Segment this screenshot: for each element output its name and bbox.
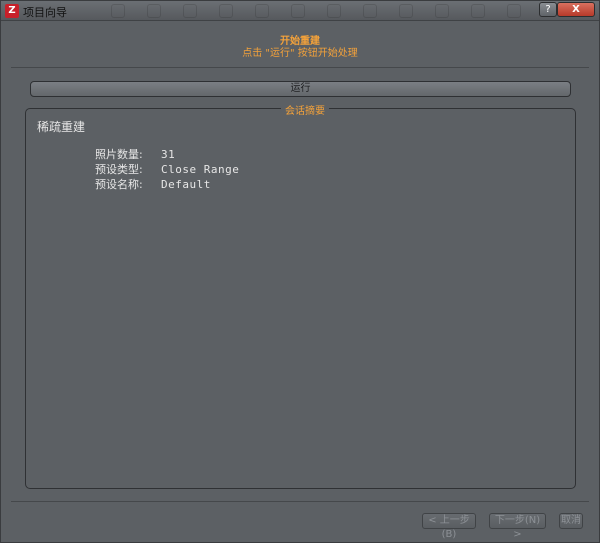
app-logo-icon: Z <box>5 4 19 18</box>
photo-count-label: 照片数量: <box>95 148 143 161</box>
preset-name-label: 预设名称: <box>95 178 143 191</box>
toolbar-icon <box>399 4 413 18</box>
project-wizard-window: Z 项目向导 ? X 开始重建 点击 "运行" 按钮开始处理 运行 会话摘要 稀… <box>0 0 600 543</box>
footer-divider <box>11 501 589 502</box>
toolbar-icon <box>471 4 485 18</box>
help-button[interactable]: ? <box>539 2 557 17</box>
toolbar-icon <box>111 4 125 18</box>
photo-count-row: 照片数量: 31 <box>95 146 175 162</box>
toolbar-icon <box>183 4 197 18</box>
toolbar-icon <box>219 4 233 18</box>
toolbar-icon <box>147 4 161 18</box>
run-button[interactable]: 运行 <box>30 81 571 97</box>
summary-heading: 稀疏重建 <box>37 120 86 134</box>
window-title: 项目向导 <box>23 6 67 19</box>
toolbar-icon <box>507 4 521 18</box>
page-subtitle: 点击 "运行" 按钮开始处理 <box>242 48 358 59</box>
preset-type-label: 预设类型: <box>95 163 143 176</box>
toolbar-icon <box>435 4 449 18</box>
photo-count-value: 31 <box>161 148 176 161</box>
close-button[interactable]: X <box>557 2 595 17</box>
preset-name-row: 预设名称: Default <box>95 176 211 192</box>
toolbar-icon <box>291 4 305 18</box>
cancel-button[interactable]: 取消 <box>559 513 583 529</box>
previous-button[interactable]: < 上一步(B) <box>422 513 476 540</box>
toolbar-icon <box>327 4 341 18</box>
session-summary-label: 会话摘要 <box>281 102 329 117</box>
preset-type-row: 预设类型: Close Range <box>95 161 239 177</box>
header-divider <box>11 67 589 68</box>
preset-name-value: Default <box>161 178 211 191</box>
background-toolbar-icons <box>111 4 531 18</box>
title-bar[interactable]: Z 项目向导 ? X <box>1 1 599 21</box>
toolbar-icon <box>363 4 377 18</box>
next-button[interactable]: 下一步(N) > <box>489 513 546 540</box>
preset-type-value: Close Range <box>161 163 240 176</box>
toolbar-icon <box>255 4 269 18</box>
